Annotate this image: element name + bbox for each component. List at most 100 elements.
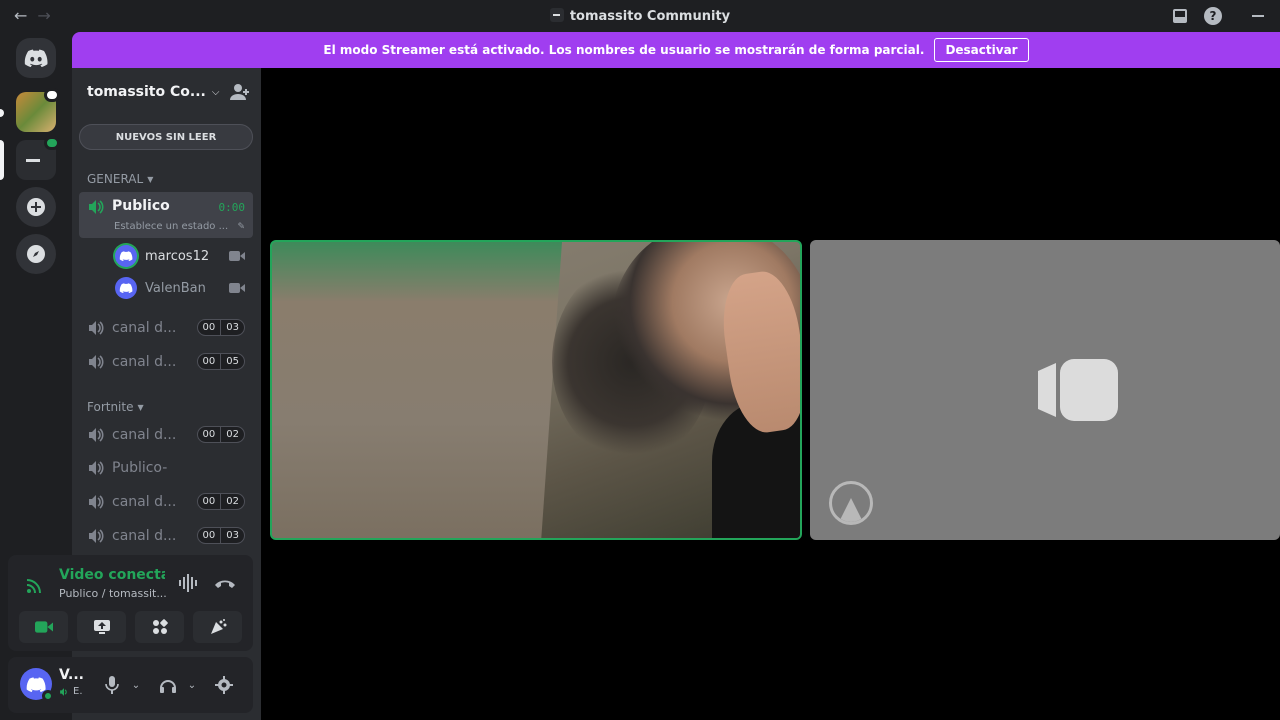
notification-badge xyxy=(44,88,60,102)
gear-icon xyxy=(215,676,233,694)
server-icon-1[interactable] xyxy=(16,88,60,132)
user-limit-badge: 00 03 xyxy=(196,527,245,544)
speaker-icon xyxy=(89,495,104,509)
category-name: GENERAL xyxy=(87,172,144,186)
disconnect-icon[interactable] xyxy=(214,577,236,591)
channel-canal[interactable]: canal d... 00 02 xyxy=(79,419,253,451)
help-icon[interactable]: ? xyxy=(1204,7,1222,25)
channel-publico[interactable]: Publico 0:00 Establece un estado ... ✎ xyxy=(79,192,253,238)
category-general[interactable]: GENERAL ▼ xyxy=(87,172,153,186)
streamer-mode-banner: El modo Streamer está activado. Los nomb… xyxy=(72,32,1280,68)
window-title-text: tomassito Community xyxy=(569,9,731,24)
chevron-down-icon[interactable]: ⌄ xyxy=(182,675,202,695)
voice-user-marcos12[interactable]: marcos12 xyxy=(115,242,253,270)
channel-canal[interactable]: canal d... 00 03 xyxy=(79,520,253,552)
soundboard-icon xyxy=(210,619,226,634)
discord-home-button[interactable] xyxy=(16,38,56,78)
user-count: 00 xyxy=(198,494,222,509)
pencil-icon[interactable]: ✎ xyxy=(237,222,245,232)
user-limit-badge: 00 05 xyxy=(196,353,245,370)
chevron-down-icon: ▼ xyxy=(137,402,144,412)
user-limit: 02 xyxy=(226,496,239,507)
category-fortnite[interactable]: Fortnite ▼ xyxy=(87,400,144,414)
user-status-text: E. xyxy=(73,686,83,697)
window-title: tomassito Community xyxy=(0,8,1280,24)
channel-name: Publico- xyxy=(112,460,168,476)
connection-signal-icon[interactable] xyxy=(25,575,45,595)
user-limit-badge: 00 02 xyxy=(196,426,245,443)
inbox-icon[interactable] xyxy=(1170,6,1190,26)
username[interactable]: V... xyxy=(59,667,84,683)
noise-suppression-icon[interactable] xyxy=(178,574,200,592)
camera-button[interactable] xyxy=(19,611,68,643)
deactivate-button[interactable]: Desactivar xyxy=(934,38,1029,62)
server-header[interactable]: tomassito Co... ⌵ xyxy=(72,68,261,116)
mute-button[interactable] xyxy=(102,675,122,695)
new-unreads-button[interactable]: NUEVOS SIN LEER xyxy=(79,124,253,150)
camera-icon xyxy=(229,251,245,261)
server-icon-tomassito[interactable] xyxy=(16,136,60,180)
video-badge xyxy=(44,136,60,150)
user-panel: V... E. ⌄ ⌄ xyxy=(8,657,253,713)
screen-share-button[interactable] xyxy=(77,611,126,643)
channel-name: canal d... xyxy=(112,528,177,544)
channel-name: canal d... xyxy=(112,354,177,370)
screen-share-icon xyxy=(93,620,110,634)
activities-icon xyxy=(152,619,168,634)
speaker-icon xyxy=(89,200,104,214)
soundboard-button[interactable] xyxy=(193,611,242,643)
camera-icon xyxy=(229,283,245,293)
channel-name: canal d... xyxy=(112,494,177,510)
deafen-button[interactable] xyxy=(158,675,178,695)
speaker-icon xyxy=(60,687,67,696)
settings-button[interactable] xyxy=(214,675,234,695)
voice-user-valenban[interactable]: ValenBan xyxy=(115,274,253,302)
titlebar-controls: ? xyxy=(1170,0,1280,32)
server-glyph-icon xyxy=(549,8,564,22)
explore-button[interactable] xyxy=(16,234,56,274)
chevron-down-icon[interactable]: ⌄ xyxy=(126,675,146,695)
user-limit: 05 xyxy=(226,356,239,367)
microphone-icon xyxy=(105,676,119,694)
user-limit-badge: 00 03 xyxy=(196,319,245,336)
category-name: Fortnite xyxy=(87,400,134,414)
user-substatus: E. xyxy=(59,686,83,697)
user-count: 00 xyxy=(198,528,222,543)
channel-publico-fortnite[interactable]: Publico- xyxy=(79,452,253,484)
active-server-pill xyxy=(0,140,4,180)
channel-canal[interactable]: canal d... 00 03 xyxy=(79,312,253,344)
activities-button[interactable] xyxy=(135,611,184,643)
channel-name: canal d... xyxy=(112,320,177,336)
minimize-icon[interactable] xyxy=(1252,15,1264,17)
add-member-icon[interactable] xyxy=(229,82,249,102)
voice-channel-link[interactable]: Publico / tomassit... xyxy=(59,587,167,600)
voice-connection-panel: Video conectado Publico / tomassit... xyxy=(8,555,253,651)
compass-icon xyxy=(27,245,45,263)
channel-status[interactable]: Establece un estado ... xyxy=(114,221,228,232)
video-tile-marcos12[interactable] xyxy=(270,240,802,540)
avatar xyxy=(115,245,137,267)
avatar xyxy=(115,277,137,299)
user-count: 00 xyxy=(198,427,222,442)
speaker-icon xyxy=(89,461,104,475)
headphones-icon xyxy=(160,680,176,693)
user-limit: 03 xyxy=(226,530,239,541)
title-bar: ← → tomassito Community ? xyxy=(0,0,1280,32)
camera-off-icon xyxy=(1038,359,1118,421)
discord-logo-icon xyxy=(119,251,133,261)
channel-canal[interactable]: canal d... 00 05 xyxy=(79,346,253,378)
voice-user-name: ValenBan xyxy=(145,280,206,296)
channel-canal[interactable]: canal d... 00 02 xyxy=(79,486,253,518)
participant-avatar xyxy=(829,481,873,525)
video-tile-camera-off[interactable] xyxy=(810,240,1280,540)
speaker-icon xyxy=(89,355,104,369)
video-background xyxy=(272,242,562,538)
channel-name: canal d... xyxy=(112,427,177,443)
speaker-icon xyxy=(89,321,104,335)
camera-icon xyxy=(34,621,53,633)
voice-actions xyxy=(19,611,242,643)
add-server-button[interactable] xyxy=(16,187,56,227)
plus-icon xyxy=(27,198,45,216)
discord-logo-icon xyxy=(24,49,48,67)
discord-logo-icon xyxy=(119,283,133,293)
